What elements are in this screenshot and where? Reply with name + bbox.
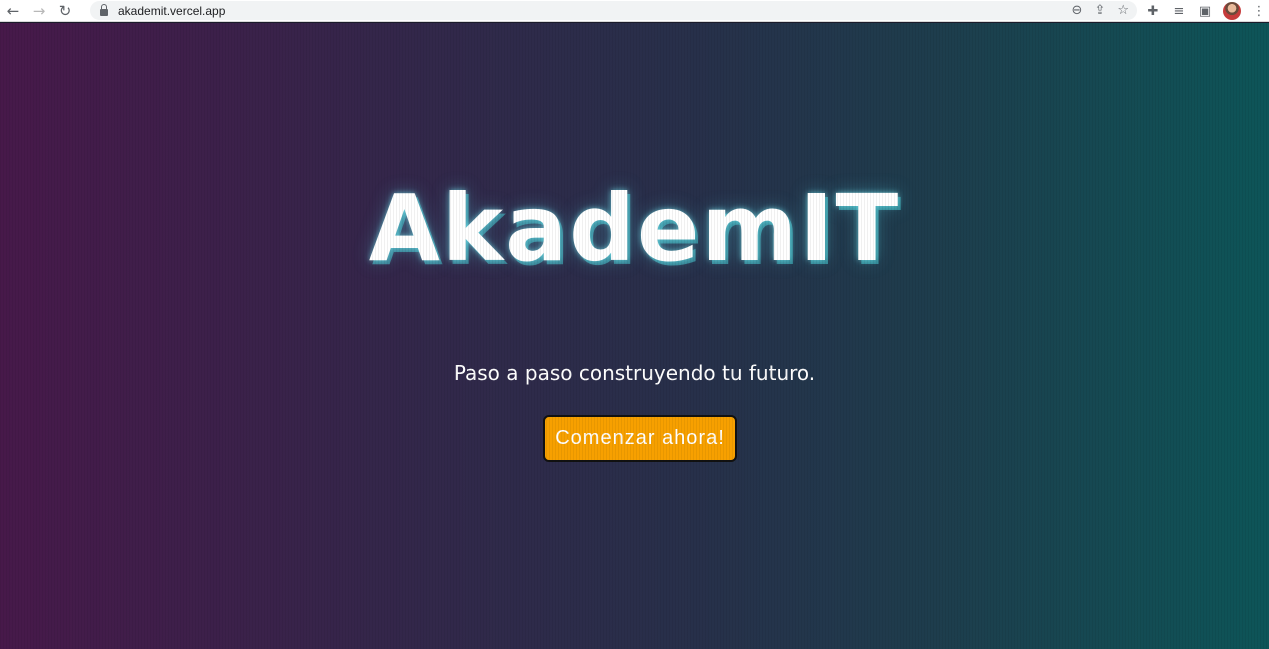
url-text[interactable]: akademit.vercel.app	[118, 4, 225, 18]
bookmark-star-icon[interactable]: ☆	[1117, 4, 1129, 17]
zoom-icon[interactable]: ⊖	[1072, 4, 1083, 17]
start-now-button[interactable]: Comenzar ahora!	[543, 415, 737, 462]
browser-toolbar: ← → ↻ akademit.vercel.app ⊖ ⇪ ☆ ✚ ≡ ▣ ⋮	[0, 0, 1269, 22]
side-panel-icon[interactable]: ▣	[1197, 5, 1213, 18]
reload-icon[interactable]: ↻	[52, 0, 78, 22]
profile-avatar[interactable]	[1223, 2, 1241, 20]
extensions-puzzle-icon[interactable]: ✚	[1145, 5, 1161, 18]
logo-wordmark: AkademIT	[368, 175, 901, 282]
forward-arrow-icon[interactable]: →	[26, 0, 52, 22]
media-queue-icon[interactable]: ≡	[1171, 5, 1187, 18]
lock-icon[interactable]	[100, 4, 108, 16]
address-bar[interactable]: akademit.vercel.app ⊖ ⇪ ☆	[90, 1, 1137, 20]
tagline: Paso a paso construyendo tu futuro.	[453, 361, 816, 385]
back-arrow-icon[interactable]: ←	[0, 0, 26, 22]
share-icon[interactable]: ⇪	[1094, 4, 1105, 17]
menu-kebab-icon[interactable]: ⋮	[1251, 5, 1267, 18]
page-viewport: AkademIT Paso a paso construyendo tu fut…	[0, 23, 1269, 649]
